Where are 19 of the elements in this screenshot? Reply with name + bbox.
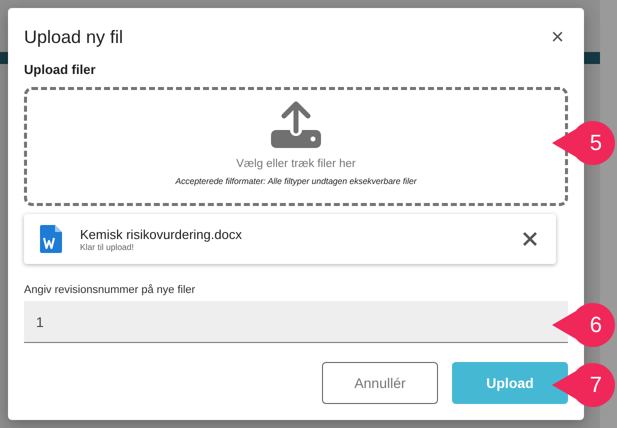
drop-prompt: Vælg eller træk filer her [236,158,356,170]
step-number: 7 [590,372,602,398]
callout-marker [550,121,616,165]
word-document-icon [40,225,62,254]
callout-marker [550,303,616,347]
upload-icon [270,100,322,148]
field-label: Angiv revisionsnummer på nye filer [24,284,196,296]
drop-zone[interactable]: Vælg eller træk filer her Accepterede filformater: Alle filtyper undtagen eksekverbare filer [24,87,568,206]
revision-field[interactable]: 1 [24,301,568,344]
accepted-formats-hint: Accepterede filformater: Alle filtyper undtagen eksekverbare filer [175,176,417,186]
step-number: 5 [590,130,602,156]
cancel-button[interactable]: Annullér [322,362,438,404]
close-button[interactable]: × [547,26,568,48]
dialog-title: Upload ny fil [24,26,124,48]
file-status: Klar til upload! [80,242,134,252]
step-number: 6 [590,312,602,338]
section-label: Upload filer [24,62,97,77]
callout-marker [550,363,616,407]
file-name: Kemisk risikovurdering.docx [80,226,243,242]
